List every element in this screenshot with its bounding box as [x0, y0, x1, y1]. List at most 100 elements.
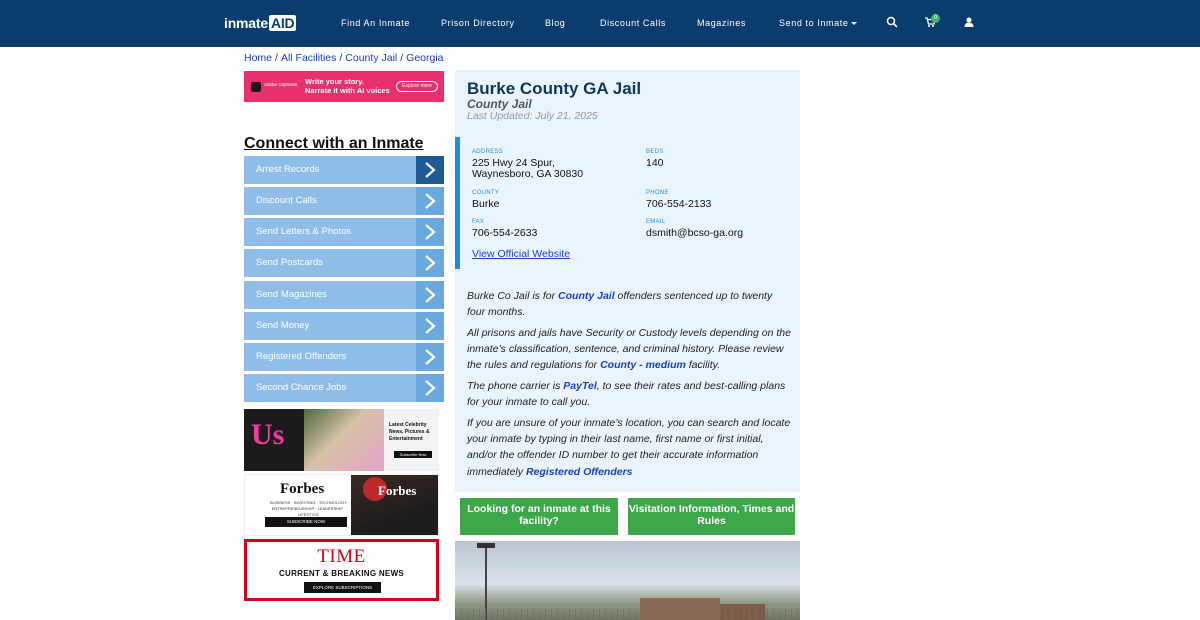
phone-label: PHONE — [646, 190, 669, 196]
sidebar-item-send-letters[interactable]: Send Letters & Photos — [244, 218, 444, 246]
time-ad-explore-button[interactable]: EXPLORE SUBSCRIPTIONS — [304, 582, 381, 593]
fax-label: FAX — [472, 219, 485, 225]
desc-text: facility. — [685, 359, 721, 372]
nav-send-to-inmate[interactable]: Send to Inmate — [779, 17, 858, 29]
chevron-right-icon — [416, 343, 444, 371]
visitation-info-button[interactable]: Visitation Information, Times and Rules — [628, 498, 795, 535]
desc-text: Burke Co Jail is for — [467, 290, 559, 302]
adobe-ad-line1: Write your story. — [305, 77, 364, 86]
county-jail-link[interactable]: County Jail — [558, 290, 615, 302]
desc-text: The phone carrier is — [467, 380, 564, 392]
us-ad-logo: Us — [251, 418, 285, 451]
time-ad-subtitle: CURRENT & BREAKING NEWS — [278, 569, 405, 578]
top-navbar: inmate AID Find An Inmate Prison Director… — [0, 0, 1200, 47]
breadcrumb-county-jail[interactable]: County Jail — [345, 52, 397, 64]
breadcrumb-separator: / — [400, 52, 404, 64]
county-value: Burke — [472, 198, 500, 210]
us-ad-subscribe-button[interactable]: Subscribe Now — [394, 451, 432, 458]
breadcrumb-home[interactable]: Home — [244, 52, 272, 64]
chevron-down-icon — [851, 22, 858, 26]
sidebar-item-label: Send Letters & Photos — [256, 226, 352, 237]
email-value[interactable]: dsmith@bcso-ga.org — [646, 227, 743, 239]
phone-carrier-link[interactable]: PayTel — [563, 380, 596, 392]
adobe-logo-icon — [251, 82, 261, 92]
breadcrumb-all-facilities[interactable]: All Facilities — [281, 52, 336, 64]
sidebar-item-registered-offenders[interactable]: Registered Offenders — [244, 343, 444, 371]
adobe-banner-ad[interactable]: Adobe Captivate Write your story. Narrat… — [244, 71, 444, 102]
adobe-explore-button[interactable]: Explore more — [396, 81, 438, 92]
forbes-ad-subscribe-button[interactable]: SUBSCRIBE NOW — [265, 517, 347, 527]
chevron-right-icon — [416, 218, 444, 246]
logo-text-accent: AID — [268, 15, 297, 31]
fax-value: 706-554-2633 — [472, 227, 538, 239]
beds-label: BEDS — [646, 149, 664, 155]
phone-value[interactable]: 706-554-2133 — [646, 198, 711, 210]
time-ad[interactable]: TIME CURRENT & BREAKING NEWS EXPLORE SUB… — [244, 539, 439, 601]
nav-find-inmate[interactable]: Find An Inmate — [341, 17, 410, 29]
site-logo[interactable]: inmate AID — [224, 14, 297, 32]
facility-photo — [455, 541, 800, 620]
adobe-brand-name: Adobe Captivate — [264, 82, 298, 87]
nav-magazines[interactable]: Magazines — [697, 17, 746, 29]
chevron-right-icon — [416, 249, 444, 277]
nav-send-to-inmate-label: Send to Inmate — [779, 18, 849, 28]
time-ad-logo: TIME — [317, 546, 366, 567]
logo-text-main: inmate — [224, 15, 268, 31]
sidebar-item-send-postcards[interactable]: Send Postcards — [244, 249, 444, 277]
description-paragraph-4: If you are unsure of your inmate’s locat… — [467, 415, 793, 480]
breadcrumb-georgia[interactable]: Georgia — [406, 52, 443, 64]
us-ad-text: Latest Celebrity News, Pictures & Entert… — [389, 422, 430, 442]
connect-section-title: Connect with an Inmate — [244, 135, 424, 152]
chevron-right-icon — [416, 281, 444, 309]
description-paragraph-2: All prisons and jails have Security or C… — [467, 325, 793, 374]
fence — [455, 609, 800, 620]
sidebar-item-label: Arrest Records — [256, 164, 320, 175]
sidebar-item-second-chance-jobs[interactable]: Second Chance Jobs — [244, 374, 444, 402]
chevron-right-icon — [416, 156, 444, 184]
sidebar-item-label: Discount Calls — [256, 195, 317, 206]
description-paragraph-1: Burke Co Jail is for County Jail offende… — [467, 288, 793, 320]
forbes-ad-cover-logo: Forbes — [378, 483, 417, 498]
nav-discount-calls[interactable]: Discount Calls — [600, 17, 666, 29]
user-icon[interactable] — [963, 15, 977, 29]
search-icon[interactable] — [886, 15, 900, 29]
sidebar-item-label: Send Magazines — [256, 289, 327, 300]
registered-offenders-link[interactable]: Registered Offenders — [526, 466, 633, 478]
breadcrumb: Home / All Facilities / County Jail / Georgia — [244, 52, 444, 64]
forbes-ad[interactable]: Forbes BUSINESS · INVESTING · TECHNOLOGY… — [244, 474, 439, 536]
sidebar-item-label: Registered Offenders — [256, 351, 347, 362]
light-pole-lamp — [477, 543, 495, 548]
chevron-right-icon — [416, 187, 444, 215]
nav-blog[interactable]: Blog — [545, 17, 565, 29]
email-label: EMAIL — [646, 219, 666, 225]
address-label: ADDRESS — [472, 149, 504, 155]
sidebar-item-send-magazines[interactable]: Send Magazines — [244, 281, 444, 309]
us-weekly-ad[interactable]: Us Latest Celebrity News, Pictures & Ent… — [244, 409, 439, 471]
address-line2: Waynesboro, GA 30830 — [472, 168, 584, 180]
last-updated: Last Updated: July 21, 2025 — [467, 110, 598, 122]
sidebar-item-arrest-records[interactable]: Arrest Records — [244, 156, 444, 184]
sidebar-item-label: Second Chance Jobs — [256, 382, 347, 393]
breadcrumb-separator: / — [339, 52, 343, 64]
forbes-ad-logo: Forbes — [280, 481, 325, 497]
facility-type: County Jail — [467, 97, 532, 111]
adobe-ad-line2: Narrate it with AI voices — [305, 86, 390, 95]
sidebar-item-discount-calls[interactable]: Discount Calls — [244, 187, 444, 215]
chevron-right-icon — [416, 374, 444, 402]
nav-prison-directory[interactable]: Prison Directory — [441, 17, 515, 29]
county-label: COUNTY — [472, 190, 500, 196]
cart-count-badge: 0 — [931, 14, 940, 23]
page-title: Burke County GA Jail — [467, 79, 642, 98]
sidebar-item-label: Send Money — [256, 320, 310, 331]
description-paragraph-3: The phone carrier is PayTel, to see thei… — [467, 378, 793, 410]
us-ad-photo — [304, 409, 384, 471]
sidebar-item-send-money[interactable]: Send Money — [244, 312, 444, 340]
chevron-right-icon — [416, 312, 444, 340]
sidebar-item-label: Send Postcards — [256, 257, 324, 268]
find-inmate-at-facility-button[interactable]: Looking for an inmate at this facility? — [460, 498, 618, 535]
official-website-link[interactable]: View Official Website — [472, 248, 570, 260]
breadcrumb-separator: / — [275, 52, 278, 64]
security-level-link[interactable]: County - medium — [600, 359, 686, 371]
beds-value: 140 — [646, 157, 664, 169]
forbes-ad-tagline: BUSINESS · INVESTING · TECHNOLOGY ENTREP… — [270, 500, 347, 517]
